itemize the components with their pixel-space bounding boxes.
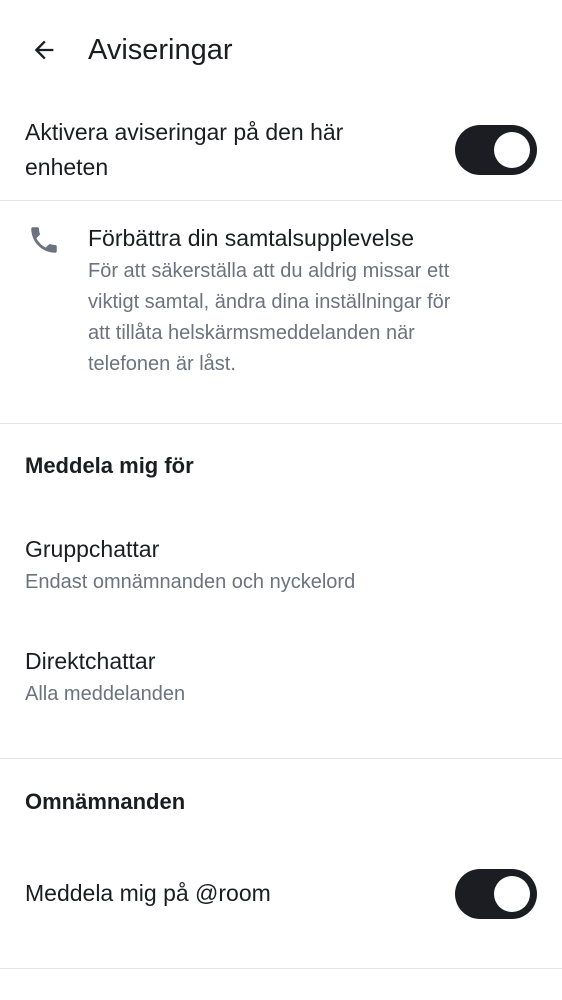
group-chats-text: Gruppchattar Endast omnämnanden och nyck… <box>25 532 355 598</box>
call-banner-desc-line: att tillåta helskärmsmeddelanden när <box>88 322 415 344</box>
group-chats-row[interactable]: Gruppchattar Endast omnämnanden och nyck… <box>0 515 562 615</box>
divider <box>0 968 562 969</box>
call-banner-description: För att säkerställa att du aldrig missar… <box>88 256 450 380</box>
enable-notifications-label-line2: enheten <box>25 154 109 180</box>
phone-icon <box>31 227 57 253</box>
notify-room-toggle[interactable] <box>455 869 537 919</box>
call-banner-desc-line: För att säkerställa att du aldrig missar… <box>88 260 450 282</box>
group-chats-title: Gruppchattar <box>25 536 160 562</box>
direct-chats-row[interactable]: Direktchattar Alla meddelanden <box>0 627 562 727</box>
notifications-settings-screen: Aviseringar Aktivera aviseringar på den … <box>0 0 562 1000</box>
mentions-header: Omnämnanden <box>25 789 186 814</box>
group-chats-subtitle: Endast omnämnanden och nyckelord <box>25 571 356 593</box>
enable-notifications-toggle[interactable] <box>455 125 537 175</box>
notify-room-row[interactable]: Meddela mig på @room <box>0 845 562 945</box>
toggle-knob <box>494 132 530 168</box>
top-app-bar: Aviseringar <box>0 0 562 100</box>
enable-notifications-label: Aktivera aviseringar på den här enheten <box>25 115 343 185</box>
page-title: Aviseringar <box>88 34 233 66</box>
arrow-back-icon <box>34 40 54 60</box>
call-banner-text: Förbättra din samtalsupplevelse För att … <box>88 221 450 380</box>
toggle-knob <box>494 876 530 912</box>
direct-chats-text: Direktchattar Alla meddelanden <box>25 644 185 710</box>
call-banner-desc-line: viktigt samtal, ändra dina inställningar… <box>88 291 451 313</box>
back-button[interactable] <box>22 28 66 72</box>
enable-notifications-row[interactable]: Aktivera aviseringar på den här enheten <box>0 100 562 200</box>
notify-me-for-header: Meddela mig för <box>25 453 194 478</box>
call-banner-title: Förbättra din samtalsupplevelse <box>88 225 414 251</box>
call-banner-desc-line: telefonen är låst. <box>88 353 236 375</box>
direct-chats-subtitle: Alla meddelanden <box>25 683 186 705</box>
enable-notifications-label-line1: Aktivera aviseringar på den här <box>25 119 344 145</box>
divider <box>0 423 562 424</box>
divider <box>0 758 562 759</box>
direct-chats-title: Direktchattar <box>25 648 156 674</box>
notify-room-label: Meddela mig på @room <box>25 880 271 906</box>
